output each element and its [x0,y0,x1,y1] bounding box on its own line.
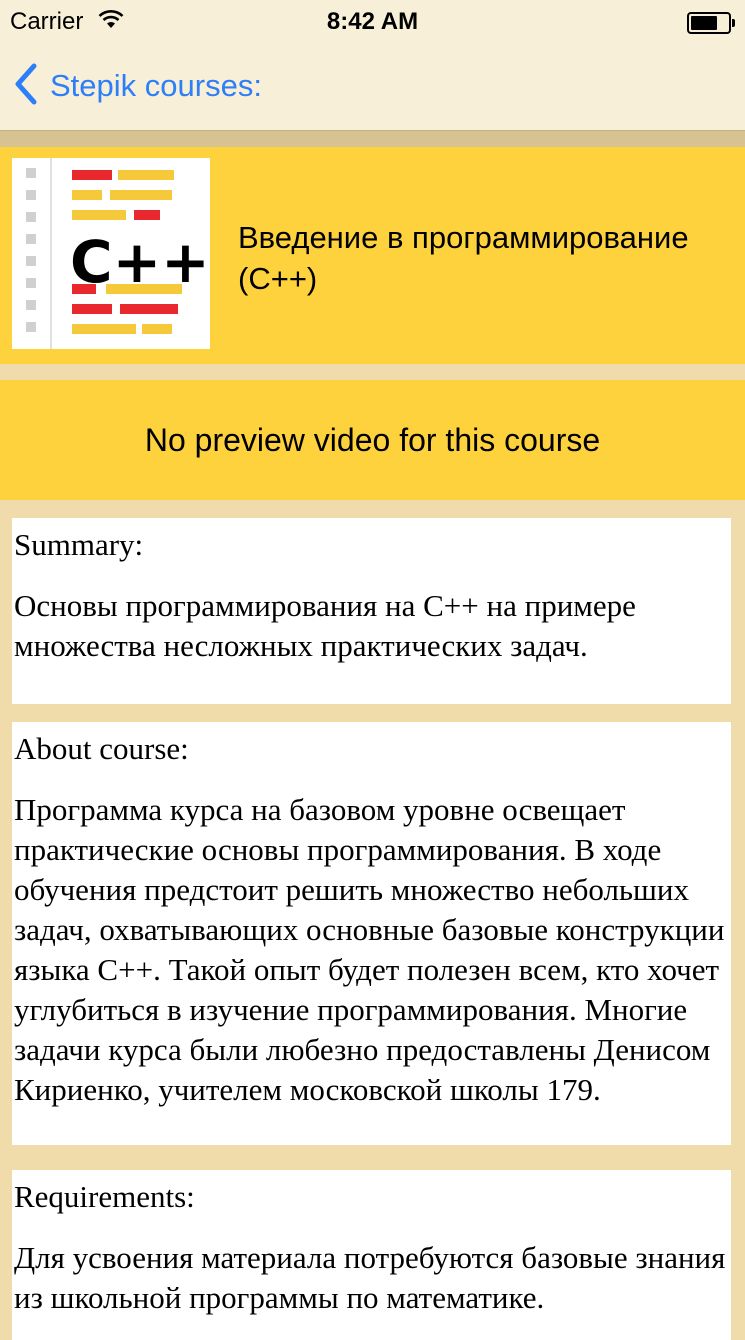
requirements-heading: Requirements: [14,1179,195,1214]
course-title: Введение в программирование (C++) [238,220,689,296]
clock: 8:42 AM [326,8,419,35]
battery-icon [687,12,735,34]
navigation-bar: Stepik courses: [0,44,745,131]
course-logo: C++ [12,158,210,349]
nav-divider [0,131,745,147]
preview-video-placeholder: No preview video for this course [0,380,745,500]
requirements-card: Requirements: Для усвоения материала пот… [12,1170,731,1340]
back-button-label: Stepik courses: [50,68,262,103]
summary-card: Summary: Основы программирования на C++ … [12,518,731,704]
section-gap [0,364,745,380]
status-bar: Carrier 8:42 AM [0,0,745,44]
summary-text: Основы программирования на C++ на пример… [14,588,636,663]
chevron-left-icon [12,62,40,111]
summary-heading: Summary: [14,527,144,562]
about-course-heading: About course: [14,731,189,766]
requirements-text: Для усвоения материала потребуются базов… [14,1240,726,1315]
preview-message: No preview video for this course [144,421,601,458]
about-course-text: Программа курса на базовом уровне освеща… [14,792,725,1107]
back-button[interactable]: Stepik courses: [12,62,262,111]
course-header: C++ Введение в программирование (C++) [0,147,745,364]
about-course-card: About course: Программа курса на базовом… [12,722,731,1145]
